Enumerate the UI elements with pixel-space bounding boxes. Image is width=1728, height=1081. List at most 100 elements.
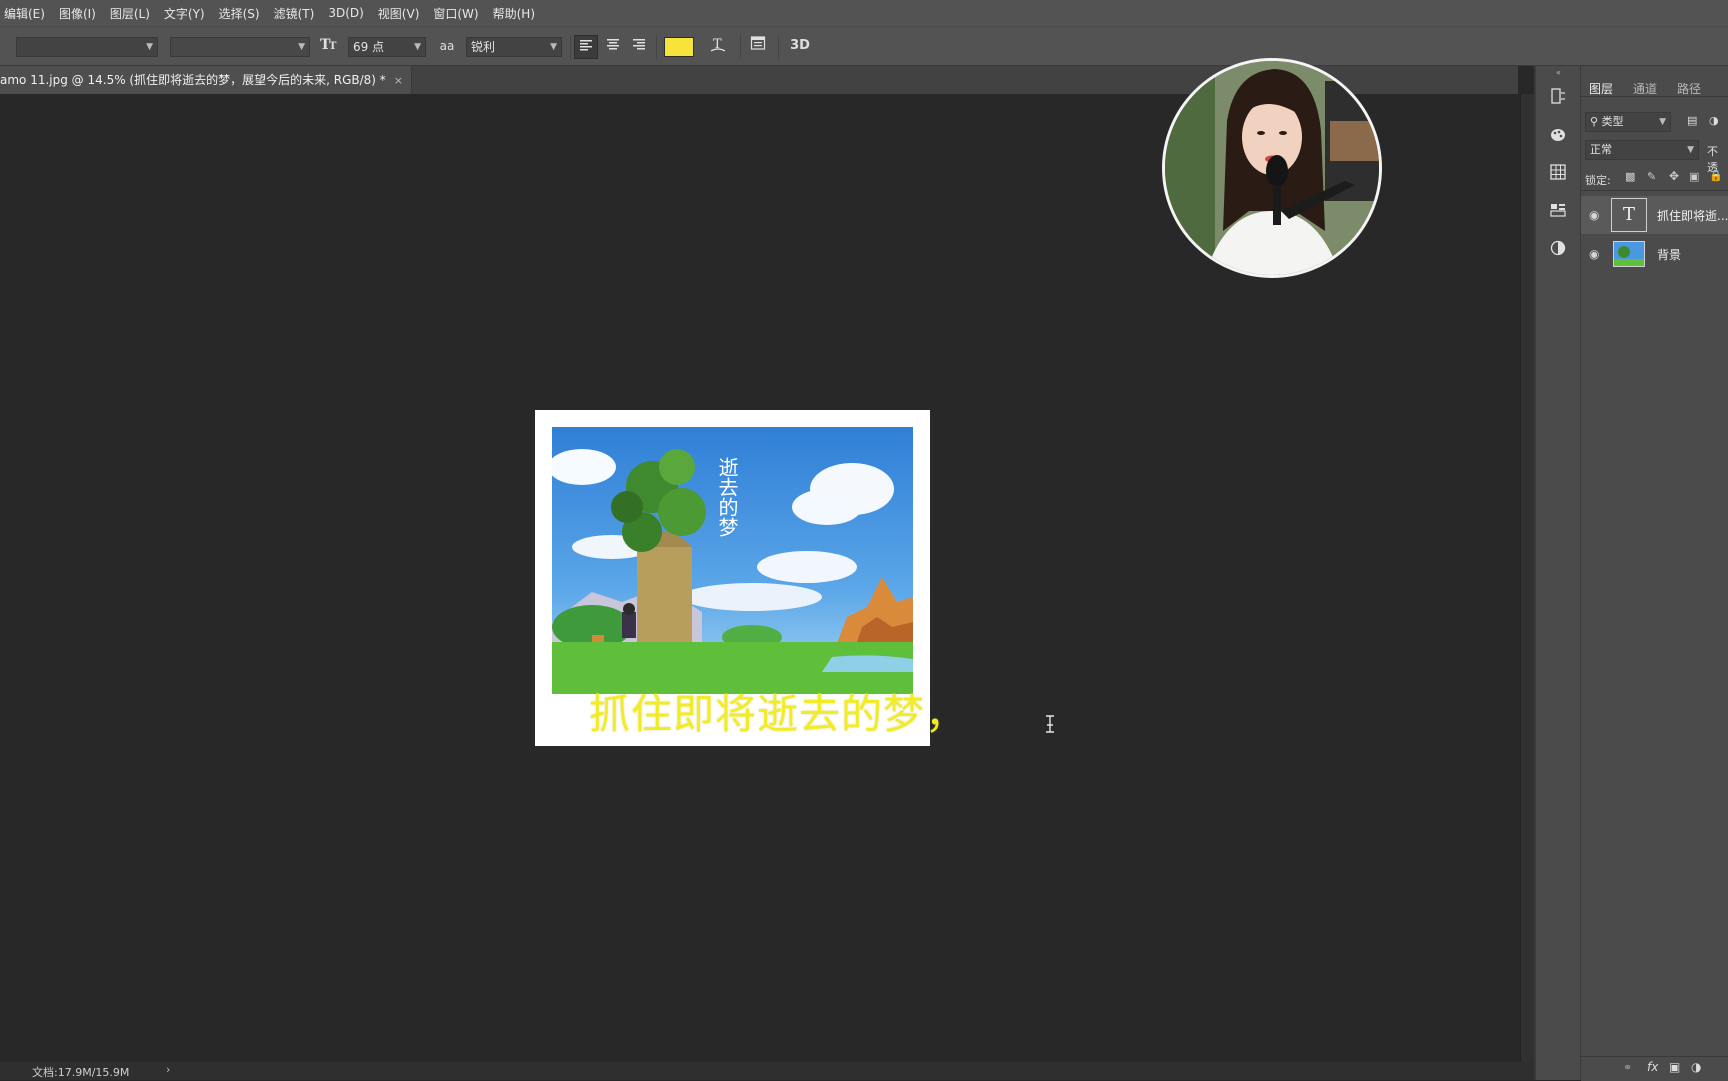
anime-landscape-illustration: 逝去的梦 <box>552 427 913 694</box>
text-cursor-icon <box>1044 714 1056 734</box>
history-icon[interactable] <box>1544 86 1572 114</box>
visibility-eye-icon[interactable]: ◉ <box>1589 247 1599 261</box>
separator <box>570 35 571 59</box>
3d-button[interactable]: 3D <box>786 35 814 57</box>
visibility-eye-icon[interactable]: ◉ <box>1589 208 1599 222</box>
layers-panel: 图层 通道 路径 ⚲ 类型 ▼ ▤ ◑ 正常 ▼ 不透 锁定: ▩ ✎ ✥ ▣ … <box>1581 66 1728 1081</box>
vertical-scrollbar[interactable] <box>1520 94 1535 1062</box>
add-mask-icon[interactable]: ▣ <box>1669 1060 1680 1074</box>
align-center-button[interactable] <box>601 35 625 57</box>
tab-paths[interactable]: 路径 <box>1677 80 1701 97</box>
character-panel-icon[interactable] <box>746 35 770 58</box>
title-calligraphy: 逝去的梦 <box>715 457 739 537</box>
presenter-video <box>1165 61 1379 275</box>
grid-glyph <box>1550 164 1566 180</box>
link-layers-icon[interactable]: ⚭ <box>1623 1061 1632 1074</box>
antialias-value: 锐利 <box>471 40 496 54</box>
document-tab-title: amo 11.jpg @ 14.5% (抓住即将逝去的梦，展望今后的未来, RG… <box>0 73 386 87</box>
anime-landscape-image: 逝去的梦 <box>552 427 913 694</box>
align-right-button[interactable] <box>627 35 651 57</box>
swatches-grid-icon[interactable] <box>1544 162 1572 190</box>
libraries-glyph <box>1550 204 1566 217</box>
text-color-swatch[interactable] <box>664 37 694 57</box>
lock-artboard-icon[interactable]: ▣ <box>1689 170 1699 183</box>
font-size-icon-glyph: TT <box>320 37 337 53</box>
divider <box>1581 190 1728 191</box>
adjustments-glyph <box>1550 240 1566 256</box>
i-beam-icon <box>1046 715 1054 733</box>
font-size-select[interactable]: 69 点 ▼ <box>348 37 426 57</box>
search-icon: ⚲ <box>1590 115 1599 128</box>
lock-transparent-icon[interactable]: ▩ <box>1625 170 1635 183</box>
menu-edit[interactable]: 编辑(E) <box>0 5 52 22</box>
menu-3d[interactable]: 3D(D) <box>321 6 370 20</box>
background-layer-thumbnail <box>1613 241 1645 267</box>
menu-bar: 编辑(E) 图像(I) 图层(L) 文字(Y) 选择(S) 滤镜(T) 3D(D… <box>0 0 1728 26</box>
layer-row-background[interactable]: ◉ 背景 <box>1581 235 1728 273</box>
layer-name: 背景 <box>1657 248 1682 262</box>
chevron-down-icon: ▼ <box>414 42 421 52</box>
menu-type[interactable]: 文字(Y) <box>157 5 212 22</box>
color-palette-icon[interactable] <box>1544 124 1572 152</box>
font-family-select[interactable]: ▼ <box>16 37 158 57</box>
align-left-button[interactable] <box>574 35 598 59</box>
lock-label: 锁定: <box>1585 174 1611 187</box>
align-right-icon <box>633 39 645 50</box>
close-icon[interactable]: × <box>394 74 403 87</box>
panel-icon-column: « <box>1536 66 1581 1080</box>
lock-all-icon[interactable]: 🔒 <box>1709 169 1723 182</box>
menu-view[interactable]: 视图(V) <box>371 5 427 22</box>
align-left-icon <box>580 40 592 51</box>
filter-adjustment-icon[interactable]: ◑ <box>1709 114 1719 127</box>
collapse-panels-icon[interactable]: « <box>1556 68 1561 77</box>
thumbnail-image <box>1614 242 1644 266</box>
lock-paint-icon[interactable]: ✎ <box>1647 170 1656 183</box>
chevron-down-icon: ▼ <box>1659 117 1666 127</box>
blend-mode-select[interactable]: 正常 ▼ <box>1585 140 1699 160</box>
font-style-select[interactable]: ▼ <box>170 37 310 57</box>
text-layer-thumbnail: T <box>1611 198 1647 232</box>
warp-text-icon[interactable]: T <box>706 35 730 60</box>
menu-layer[interactable]: 图层(L) <box>103 5 157 22</box>
svg-text:T: T <box>329 41 337 51</box>
document-size: 文档:17.9M/15.9M <box>32 1066 130 1079</box>
options-bar: ▼ ▼ TT 69 点 ▼ aa 锐利 ▼ T 3D <box>0 26 1728 66</box>
layer-effects-icon[interactable]: fx <box>1647 1060 1658 1074</box>
filter-image-icon[interactable]: ▤ <box>1687 114 1697 127</box>
history-glyph <box>1551 88 1565 104</box>
webcam-overlay <box>1162 58 1382 278</box>
lock-position-icon[interactable]: ✥ <box>1669 169 1679 183</box>
tab-layers[interactable]: 图层 <box>1589 80 1613 97</box>
new-adjustment-icon[interactable]: ◑ <box>1691 1060 1701 1074</box>
chevron-down-icon: ▼ <box>298 42 305 52</box>
align-center-icon <box>607 39 619 50</box>
status-menu-arrow[interactable]: › <box>166 1063 170 1076</box>
palette-glyph <box>1551 129 1565 141</box>
separator <box>740 35 741 59</box>
font-size-value: 69 点 <box>353 40 385 54</box>
document-canvas[interactable]: 逝去的梦 抓住即将逝去的梦， <box>535 410 966 746</box>
menu-filter[interactable]: 滤镜(T) <box>267 5 322 22</box>
overlay-text-layer[interactable]: 抓住即将逝去的梦， <box>589 680 967 740</box>
menu-window[interactable]: 窗口(W) <box>426 5 485 22</box>
separator <box>778 35 779 59</box>
chevron-down-icon: ▼ <box>146 42 153 52</box>
adjustments-icon[interactable] <box>1544 238 1572 266</box>
blend-mode-value: 正常 <box>1590 143 1612 156</box>
libraries-icon[interactable] <box>1544 200 1572 228</box>
antialias-select[interactable]: 锐利 ▼ <box>466 37 562 57</box>
status-bar: 文档:17.9M/15.9M › <box>0 1062 1534 1080</box>
antialias-icon: aa <box>439 39 455 53</box>
document-tab[interactable]: amo 11.jpg @ 14.5% (抓住即将逝去的梦，展望今后的未来, RG… <box>0 66 412 94</box>
character-panel-glyph <box>750 36 766 50</box>
menu-image[interactable]: 图像(I) <box>52 5 103 22</box>
menu-help[interactable]: 帮助(H) <box>486 5 542 22</box>
divider <box>1581 96 1728 97</box>
layer-row-text[interactable]: ◉ T 抓住即将逝... <box>1581 196 1728 234</box>
font-size-icon: TT <box>318 35 340 58</box>
tab-channels[interactable]: 通道 <box>1633 80 1657 97</box>
menu-select[interactable]: 选择(S) <box>212 5 267 22</box>
layers-panel-footer: ⚭ fx ▣ ◑ <box>1581 1056 1728 1081</box>
layer-filter-select[interactable]: ⚲ 类型 ▼ <box>1585 112 1671 132</box>
chevron-down-icon: ▼ <box>550 42 557 52</box>
